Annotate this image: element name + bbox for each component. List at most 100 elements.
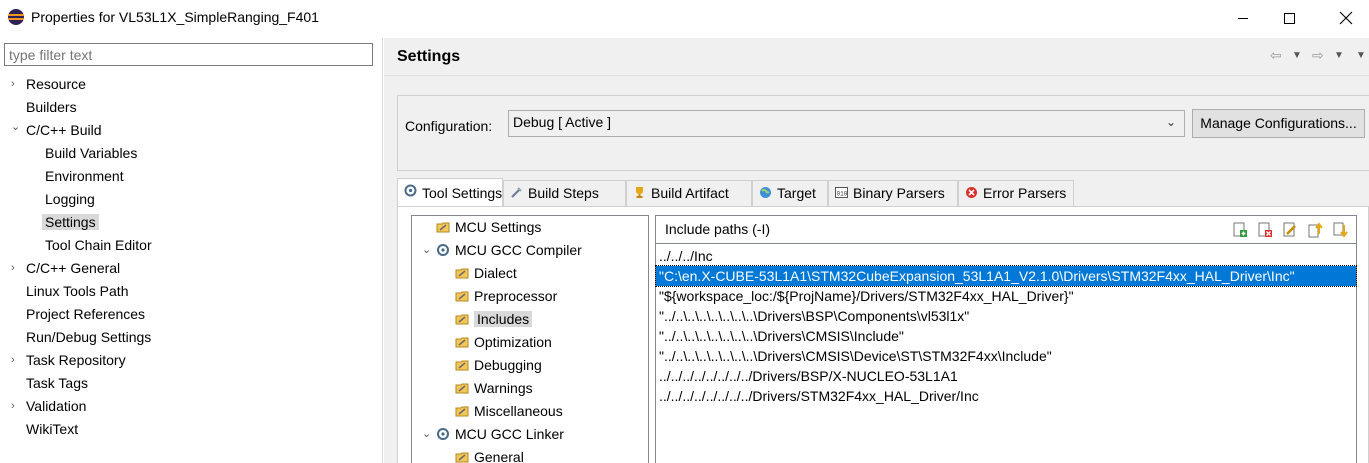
tab-build-steps[interactable]: Build Steps: [503, 180, 626, 206]
tree-item-settings[interactable]: Settings: [0, 211, 99, 233]
tree-item-label: Dialect: [474, 265, 517, 281]
tree-item-mcu-settings[interactable]: MCU Settings: [436, 216, 541, 238]
build-steps-icon: [511, 187, 522, 198]
manage-configurations-button[interactable]: Manage Configurations...: [1192, 109, 1365, 138]
back-menu-icon[interactable]: ▼: [1292, 50, 1302, 61]
tab-label: Error Parsers: [983, 185, 1067, 201]
tree-item-cpp-build[interactable]: ⌄ C/C++ Build: [0, 119, 101, 141]
back-arrow-icon[interactable]: ⇦: [1270, 47, 1282, 64]
configuration-select[interactable]: Debug [ Active ] ⌄: [508, 110, 1185, 137]
maximize-icon: [1283, 12, 1295, 24]
tree-item-label: MCU GCC Compiler: [455, 242, 582, 258]
tree-item-optimization[interactable]: Optimization: [455, 331, 552, 353]
tree-item-warnings[interactable]: Warnings: [455, 377, 533, 399]
edit-icon[interactable]: [1282, 222, 1298, 238]
build-artifact-icon: [636, 187, 643, 198]
tab-label: Binary Parsers: [853, 185, 945, 201]
settings-pane: Settings ⇦ ▼ ⇨ ▼ ▼ Configuration: Debug …: [384, 38, 1369, 463]
tab-error-parsers[interactable]: Error Parsers: [958, 180, 1074, 206]
tree-item-general[interactable]: General: [455, 446, 524, 463]
tree-item-label: Resource: [26, 76, 86, 92]
list-item[interactable]: ../../../../../../../../Drivers/BSP/X-NU…: [656, 366, 1356, 386]
tree-item-linux-tools-path[interactable]: Linux Tools Path: [0, 280, 128, 302]
list-item-selected[interactable]: "C:\en.X-CUBE-53L1A1\STM32CubeExpansion_…: [655, 265, 1357, 287]
title-bar: Properties for VL53L1X_SimpleRanging_F40…: [0, 0, 1369, 36]
tree-item-preprocessor[interactable]: Preprocessor: [455, 285, 557, 307]
tree-item-label: Builders: [26, 99, 77, 115]
tree-item-wikitext[interactable]: WikiText: [0, 418, 78, 440]
tree-item-project-references[interactable]: Project References: [0, 303, 145, 325]
chevron-right-icon[interactable]: ›: [11, 73, 21, 95]
tree-item-cpp-general[interactable]: › C/C++ General: [0, 257, 120, 279]
tree-item-run-debug-settings[interactable]: Run/Debug Settings: [0, 326, 151, 348]
tab-binary-parsers[interactable]: 010 Binary Parsers: [828, 180, 958, 206]
tree-item-validation[interactable]: › Validation: [0, 395, 86, 417]
tree-item-label: WikiText: [26, 421, 79, 437]
maximize-button[interactable]: [1266, 0, 1312, 36]
tree-item-label: Logging: [45, 191, 95, 207]
include-paths-toolbar: [1227, 222, 1348, 241]
chevron-down-icon[interactable]: ⌄: [422, 423, 431, 445]
settings-page-icon: [455, 314, 469, 325]
view-menu-icon[interactable]: ▼: [1356, 50, 1366, 61]
tree-item-label: Optimization: [474, 334, 552, 350]
add-icon[interactable]: [1232, 222, 1248, 238]
list-item[interactable]: "../..\..\..\..\..\..\..\Drivers\BSP\Com…: [656, 306, 1356, 326]
delete-icon[interactable]: [1257, 222, 1273, 238]
chevron-down-icon[interactable]: ⌄: [11, 116, 21, 138]
minimize-button[interactable]: [1220, 0, 1266, 36]
page-title: Settings: [397, 48, 461, 65]
settings-page-icon: [455, 337, 469, 348]
tree-item-label: Warnings: [474, 380, 533, 396]
chevron-right-icon[interactable]: ›: [11, 395, 21, 417]
settings-page-icon: [455, 383, 469, 394]
tree-item-task-repository[interactable]: › Task Repository: [0, 349, 126, 371]
list-item[interactable]: "../..\..\..\..\..\..\..\Drivers\CMSIS\D…: [656, 346, 1356, 366]
tree-item-builders[interactable]: Builders: [0, 96, 77, 118]
move-up-icon[interactable]: [1307, 222, 1323, 238]
chevron-right-icon[interactable]: ›: [11, 349, 21, 371]
list-item[interactable]: "../..\..\..\..\..\..\..\Drivers\CMSIS\I…: [656, 326, 1356, 346]
settings-page-icon: [455, 406, 469, 417]
tree-item-mcu-gcc-linker[interactable]: MCU GCC Linker: [436, 423, 564, 445]
tab-label: Build Artifact: [651, 185, 729, 201]
tree-item-label: Run/Debug Settings: [26, 329, 152, 345]
tree-item-dialect[interactable]: Dialect: [455, 262, 517, 284]
filter-input[interactable]: [4, 43, 373, 66]
tree-item-resource[interactable]: › Resource: [0, 73, 86, 95]
tab-tool-settings[interactable]: Tool Settings: [397, 178, 503, 207]
tool-icon: [437, 244, 449, 256]
move-down-icon[interactable]: [1332, 222, 1348, 238]
tree-item-includes[interactable]: Includes: [455, 308, 533, 330]
chevron-right-icon[interactable]: ›: [11, 257, 21, 279]
tree-item-label: Tool Chain Editor: [45, 237, 152, 253]
tree-item-tool-chain-editor[interactable]: Tool Chain Editor: [0, 234, 152, 256]
include-paths-header: Include paths (-I): [656, 216, 1356, 244]
close-button[interactable]: [1323, 0, 1369, 36]
eclipse-icon: [8, 9, 24, 25]
window-title: Properties for VL53L1X_SimpleRanging_F40…: [31, 9, 319, 25]
tree-item-label: Miscellaneous: [474, 403, 563, 419]
forward-menu-icon[interactable]: ▼: [1334, 50, 1344, 61]
tree-item-mcu-gcc-compiler[interactable]: MCU GCC Compiler: [436, 239, 582, 261]
list-item[interactable]: ../../../../../../../../Drivers/STM32F4x…: [656, 386, 1356, 406]
tree-item-logging[interactable]: Logging: [0, 188, 95, 210]
tree-item-miscellaneous[interactable]: Miscellaneous: [455, 400, 563, 422]
tool-settings-icon: [404, 184, 417, 197]
tree-item-label: Task Tags: [26, 375, 88, 391]
forward-arrow-icon[interactable]: ⇨: [1312, 47, 1324, 64]
tab-target[interactable]: Target: [752, 180, 828, 206]
list-item[interactable]: ../../../Inc: [656, 246, 1356, 266]
tree-item-label: General: [474, 449, 524, 463]
tree-item-debugging[interactable]: Debugging: [455, 354, 542, 376]
tree-item-environment[interactable]: Environment: [0, 165, 124, 187]
tree-item-label: MCU Settings: [455, 219, 542, 235]
close-icon: [1339, 11, 1353, 25]
list-item[interactable]: "${workspace_loc:/${ProjName}/Drivers/ST…: [656, 286, 1356, 306]
tree-item-label: C/C++ General: [26, 260, 121, 276]
tree-item-build-variables[interactable]: Build Variables: [0, 142, 137, 164]
tree-item-task-tags[interactable]: Task Tags: [0, 372, 88, 394]
include-paths-panel: Include paths (-I) ../../../Inc "C:\en.X…: [655, 215, 1357, 463]
chevron-down-icon[interactable]: ⌄: [422, 239, 431, 261]
tab-build-artifact[interactable]: Build Artifact: [626, 180, 752, 206]
